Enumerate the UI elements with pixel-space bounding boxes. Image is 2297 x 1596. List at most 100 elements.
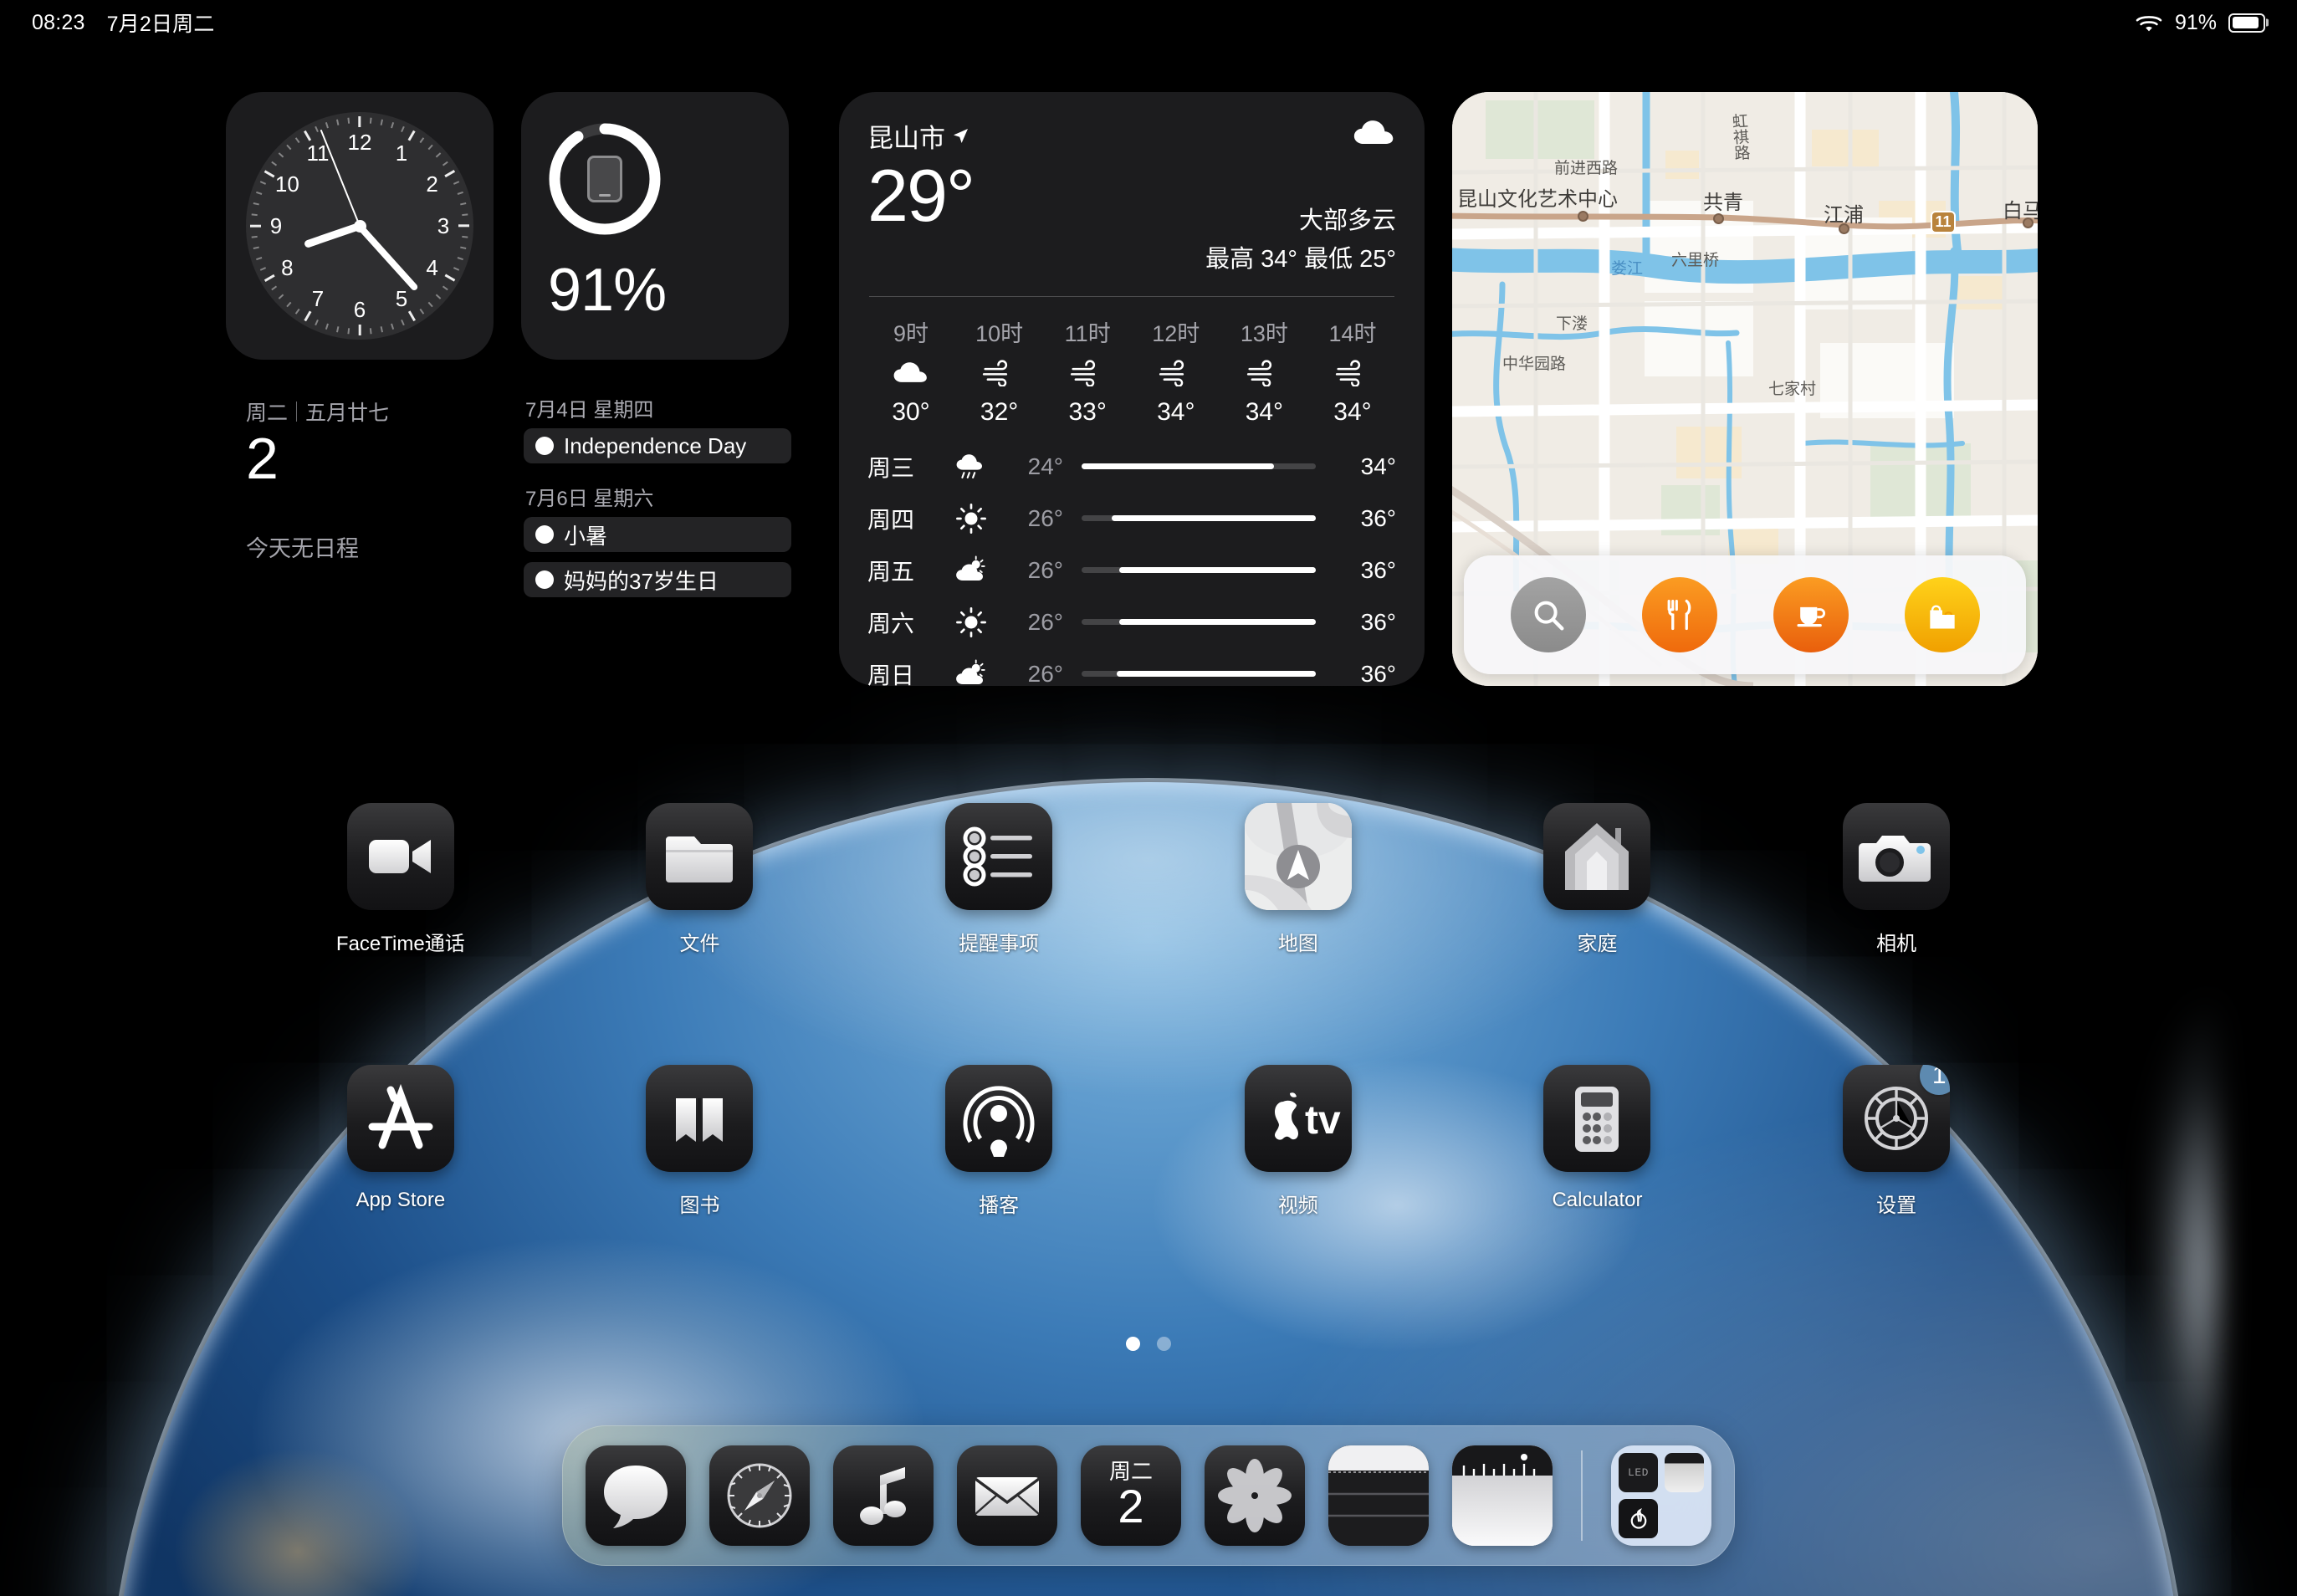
dock-measure[interactable] (1452, 1445, 1553, 1546)
app-facetime[interactable]: FaceTime通话 (251, 803, 550, 956)
weather-city-row: 昆山市 (867, 117, 974, 155)
app-tv[interactable]: tv 视频 (1148, 1065, 1448, 1218)
app-label: 提醒事项 (959, 933, 1040, 955)
app-calculator[interactable]: Calculator (1448, 1065, 1747, 1218)
page-dot[interactable] (1126, 1337, 1140, 1351)
map-label: 中华园路 (1502, 356, 1567, 373)
mini-empty-slot (1665, 1499, 1704, 1538)
status-date: 7月2日周二 (106, 13, 215, 36)
dock-calendar[interactable]: 周二 2 (1081, 1445, 1181, 1546)
podcasts-icon (945, 1065, 1053, 1172)
map-food-button[interactable] (1641, 577, 1717, 652)
wind-icon (1069, 360, 1106, 386)
app-settings[interactable]: 1 设置 (1747, 1065, 2046, 1218)
calendar-widget[interactable]: 周二 五月廿七 2 今天无日程 7月4日 星期四 Independence Day… (226, 388, 811, 656)
app-home[interactable]: 家庭 (1448, 803, 1747, 956)
calendar-event[interactable]: Independence Day (524, 428, 791, 463)
weather-hour-temp: 34° (1245, 397, 1284, 426)
map-station-dot (1578, 211, 1588, 222)
maps-widget[interactable]: 前进西路 昆山文化艺术中心 共青 江浦 白马 虹祺路 六里桥 娄江 下溇 中华园路 七家村 11 (1452, 92, 2038, 686)
clock-face: 12 1 2 3 4 5 6 7 8 9 10 11 (246, 112, 473, 340)
weather-hour-temp: 33° (1068, 397, 1107, 426)
calendar-event[interactable]: 妈妈的37岁生日 (524, 562, 791, 597)
weather-divider (869, 296, 1394, 297)
calendar-event-dot (535, 570, 554, 589)
status-bar: 08:23 7月2日周二 91% (0, 0, 2297, 45)
widget-row: 12 1 2 3 4 5 6 7 8 9 10 11 91% 周二 五月廿七 2… (226, 92, 2038, 688)
weather-widget[interactable]: 昆山市 29° 大部多云 最高 34° 最低 25° 9时 30° 10时 32… (839, 92, 1425, 688)
dock-mail[interactable] (957, 1445, 1057, 1546)
clock-numeral: 4 (426, 255, 438, 280)
maps-action-bar (1464, 555, 2026, 674)
weather-hour-temp: 32° (980, 397, 1019, 426)
dock-messages[interactable] (586, 1445, 686, 1546)
page-dot[interactable] (1157, 1337, 1171, 1351)
app-label: 家庭 (1577, 933, 1618, 955)
clock-hour-hand (303, 222, 361, 249)
mail-icon (957, 1445, 1057, 1546)
dock-safari[interactable] (709, 1445, 810, 1546)
app-label: 地图 (1277, 933, 1318, 955)
weather-day-label: 周日 (867, 662, 915, 688)
weather-temp-range-bar (1082, 463, 1316, 470)
safari-icon (709, 1445, 810, 1546)
calendar-event-title: Independence Day (564, 432, 747, 458)
app-reminders[interactable]: 提醒事项 (849, 803, 1148, 956)
svg-text:tv: tv (1305, 1098, 1341, 1143)
dock-recents-folder[interactable]: LED (1611, 1445, 1711, 1546)
weather-hour-label: 9时 (893, 321, 929, 346)
dock-separator (1581, 1450, 1583, 1541)
dock-photos[interactable] (1205, 1445, 1305, 1546)
weather-day-label: 周六 (867, 610, 915, 637)
app-podcasts[interactable]: 播客 (849, 1065, 1148, 1218)
map-shopping-button[interactable] (1904, 577, 1980, 652)
map-cafe-button[interactable] (1773, 577, 1849, 652)
status-bar-right: 91% (2135, 11, 2265, 35)
weather-hour-temp: 34° (1333, 397, 1372, 426)
weather-day-high: 36° (1360, 556, 1396, 583)
app-label: 播客 (979, 1194, 1020, 1217)
app-appstore[interactable]: App Store (251, 1065, 550, 1218)
clock-numeral: 9 (269, 213, 283, 238)
app-camera[interactable]: 相机 (1747, 803, 2046, 956)
calendar-upcoming-list: 7月4日 星期四 Independence Day 7月6日 星期六 小暑 妈妈的37岁… (524, 393, 791, 607)
calendar-weekday: 周二 (246, 402, 289, 425)
reminders-icon (945, 803, 1053, 910)
map-label: 六里桥 (1671, 252, 1720, 269)
weather-day-low: 24° (1027, 453, 1063, 479)
battery-percent-label: 91% (2174, 10, 2217, 34)
map-label: 下溇 (1556, 315, 1588, 333)
battery-widget[interactable]: 91% (521, 92, 789, 360)
map-label: 前进西路 (1554, 160, 1619, 177)
app-files[interactable]: 文件 (550, 803, 850, 956)
weather-day-low: 26° (1027, 556, 1063, 583)
calendar-group-gap (524, 473, 791, 482)
app-label: App Store (356, 1189, 446, 1211)
settings-icon: 1 (1843, 1065, 1951, 1172)
app-label: Calculator (1552, 1189, 1643, 1211)
appstore-icon (346, 1065, 454, 1172)
weather-day-low: 26° (1027, 608, 1063, 635)
calendar-divider (296, 402, 298, 422)
page-dots[interactable] (1126, 1337, 1171, 1351)
dock-notes[interactable] (1328, 1445, 1429, 1546)
map-search-button[interactable] (1510, 577, 1586, 652)
clock-center-cap (353, 219, 366, 233)
clock-widget[interactable]: 12 1 2 3 4 5 6 7 8 9 10 11 (226, 92, 494, 360)
dock: 周二 2 LED (562, 1425, 1735, 1566)
dock-calendar-weekday: 周二 (1108, 1458, 1153, 1484)
map-label: 共青 (1703, 192, 1743, 214)
map-label: 虹祺路 (1729, 112, 1750, 161)
weather-condition: 大部多云 (1298, 207, 1396, 234)
app-maps[interactable]: 地图 (1148, 803, 1448, 956)
wind-icon (981, 360, 1018, 386)
wifi-icon (2135, 13, 2163, 33)
calendar-event[interactable]: 小暑 (524, 517, 791, 552)
app-books[interactable]: 图书 (550, 1065, 850, 1218)
weather-hour-column: 11时 33° (1047, 315, 1128, 427)
calendar-today-block: 周二 五月廿七 2 (246, 396, 389, 490)
weather-temp-range-bar (1082, 567, 1316, 574)
dock-music[interactable] (833, 1445, 934, 1546)
weather-current: 昆山市 29° (867, 117, 975, 233)
mini-led-app: LED (1619, 1453, 1658, 1492)
